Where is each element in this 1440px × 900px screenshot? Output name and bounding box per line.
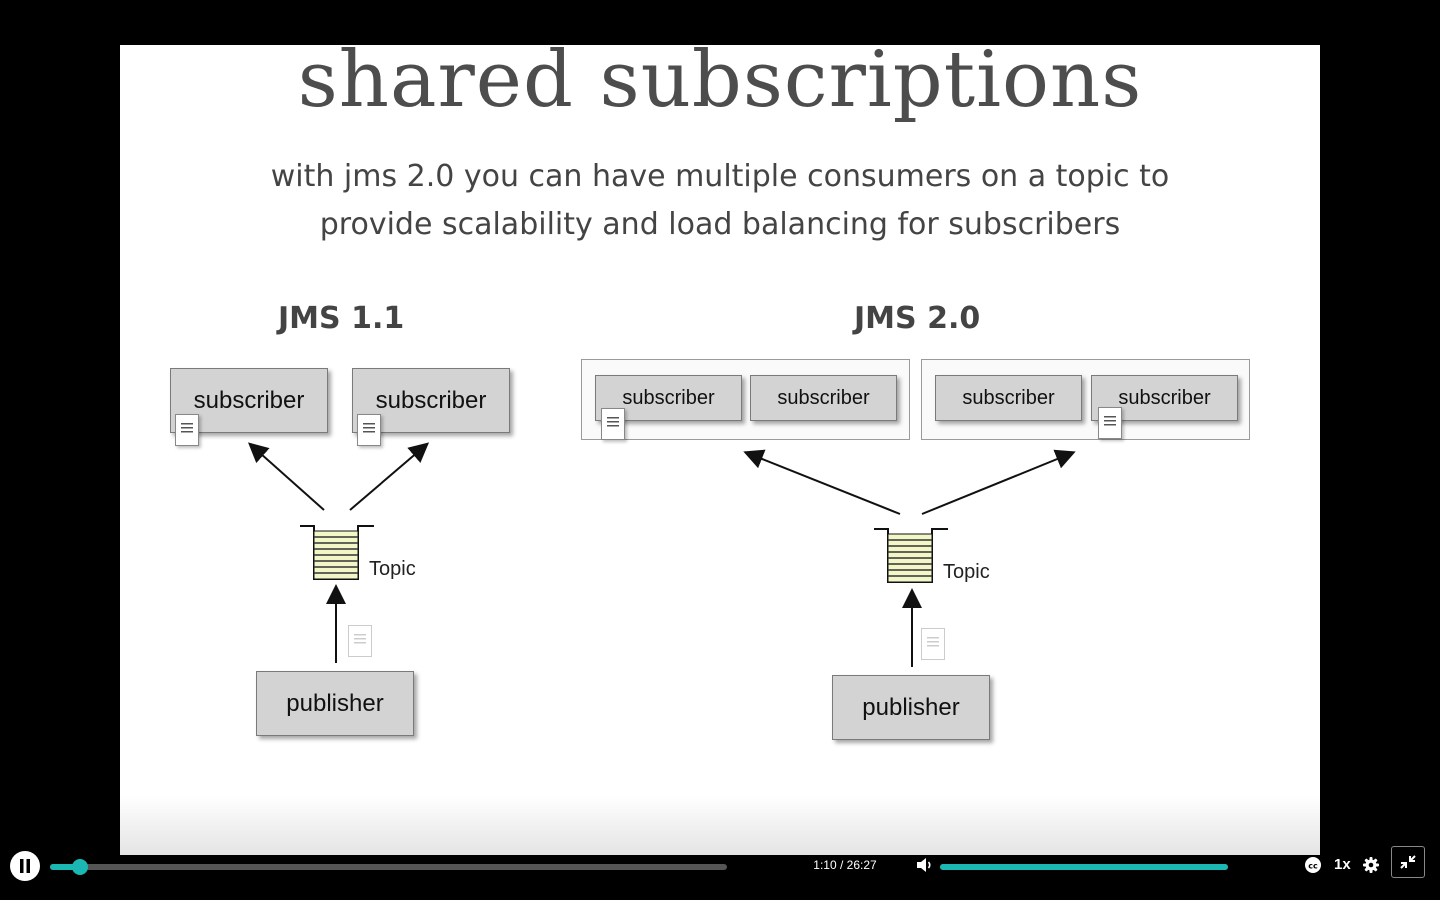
publisher-box-right: publisher bbox=[832, 675, 990, 740]
topic-queue-right-icon bbox=[874, 528, 948, 583]
message-document-icon bbox=[357, 414, 381, 446]
progress-track[interactable] bbox=[50, 859, 727, 875]
message-document-icon bbox=[1098, 407, 1122, 439]
video-frame[interactable]: shared subscriptions with jms 2.0 you ca… bbox=[120, 45, 1320, 855]
arrow-topic-to-group-2 bbox=[921, 449, 1076, 515]
subscriber-box-right-3: subscriber bbox=[935, 375, 1082, 421]
jms-1-1-heading: JMS 1.1 bbox=[278, 301, 405, 336]
time-display: 1:10 / 26:27 bbox=[813, 858, 877, 872]
svg-text:cc: cc bbox=[1308, 862, 1318, 871]
message-document-icon bbox=[601, 408, 625, 440]
exit-fullscreen-button[interactable] bbox=[1391, 846, 1425, 878]
arrow-topic-to-subscriber-2 bbox=[349, 442, 430, 511]
captions-icon: cc bbox=[1305, 857, 1321, 873]
settings-button[interactable] bbox=[1362, 856, 1380, 874]
arrow-topic-to-group-1 bbox=[743, 449, 901, 515]
volume-slider[interactable] bbox=[940, 864, 1228, 870]
topic-label-left: Topic bbox=[369, 558, 416, 580]
pause-button[interactable] bbox=[10, 851, 40, 881]
volume-fill bbox=[940, 864, 1228, 870]
playback-speed-button[interactable]: 1x bbox=[1334, 856, 1354, 873]
message-document-faded-icon bbox=[348, 625, 372, 657]
arrow-topic-to-subscriber-1 bbox=[248, 442, 325, 511]
message-document-icon bbox=[175, 414, 199, 446]
topic-label-right: Topic bbox=[943, 561, 990, 583]
settings-icon bbox=[1363, 857, 1379, 873]
volume-icon bbox=[917, 858, 931, 872]
subscriber-box-right-2: subscriber bbox=[750, 375, 897, 421]
pause-icon bbox=[20, 859, 30, 873]
captions-button[interactable]: cc bbox=[1304, 856, 1322, 874]
jms-2-0-heading: JMS 2.0 bbox=[854, 301, 981, 336]
mute-button[interactable] bbox=[914, 855, 934, 875]
publisher-box-left: publisher bbox=[256, 671, 414, 736]
exit-fullscreen-icon bbox=[1400, 855, 1416, 869]
message-document-faded-icon bbox=[921, 628, 945, 660]
player-controls: 1:10 / 26:27 cc 1x bbox=[0, 846, 1440, 900]
progress-scrubber-handle[interactable] bbox=[71, 859, 88, 875]
topic-queue-left-icon bbox=[300, 525, 374, 580]
